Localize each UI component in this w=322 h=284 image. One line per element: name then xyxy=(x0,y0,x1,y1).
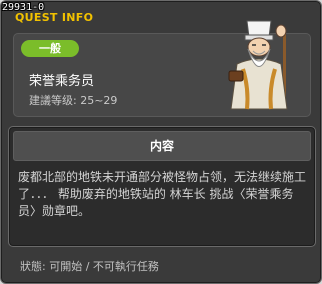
quest-name: 荣誉乘务员 xyxy=(29,74,95,89)
window-title: QUEST INFO xyxy=(15,11,94,24)
old-sage-npc-icon xyxy=(228,20,288,110)
quest-status: 狀態: 可開始 / 不可執行任務 xyxy=(20,260,159,273)
quest-level-requirement: 建議等级: 25~29 xyxy=(29,94,118,107)
quest-description: 废都北部的地铁未开通部分被怪物占领，无法继续施工了．．． 帮助废弃的地铁站的 林… xyxy=(18,170,307,218)
quest-info-window: 29931-0 QUEST INFO 一般 荣誉乘务员 建議等级: 25~29 … xyxy=(0,0,322,284)
content-header: 内容 xyxy=(13,131,311,161)
quest-category-badge: 一般 xyxy=(21,40,79,57)
quest-content-panel: 内容 废都北部的地铁未开通部分被怪物占领，无法继续施工了．．． 帮助废弃的地铁站… xyxy=(8,126,316,247)
